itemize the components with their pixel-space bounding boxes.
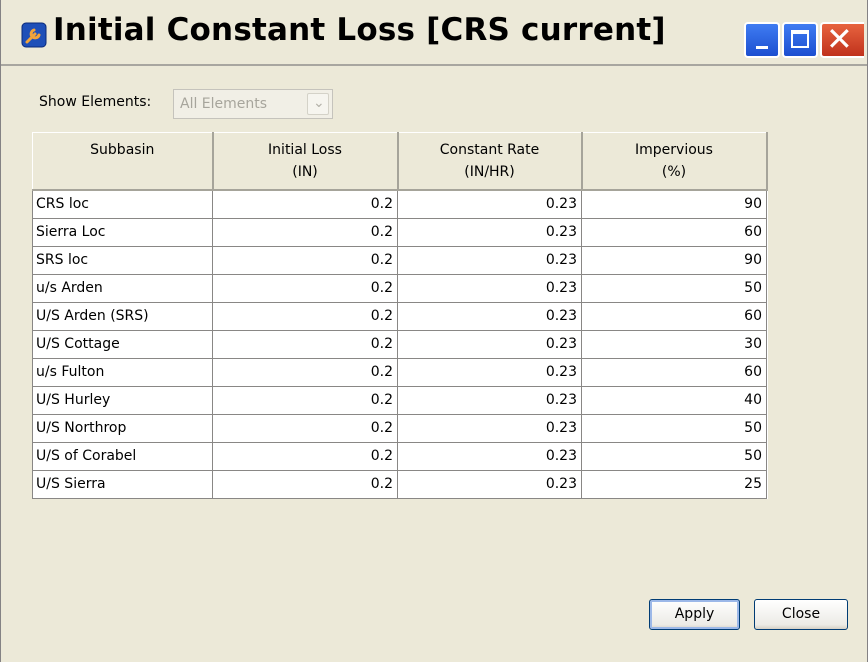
table-row: SRS loc 0.2 0.23 90 [32, 245, 767, 275]
chevron-down-icon: ⌄ [313, 95, 325, 111]
initial-loss-cell[interactable]: 0.2 [212, 273, 398, 303]
header-title: Subbasin [90, 142, 155, 158]
constant-rate-cell[interactable]: 0.23 [397, 329, 582, 359]
dialog-window: Initial Constant Loss [CRS current] ✕ Sh… [0, 0, 868, 662]
impervious-cell[interactable]: 50 [581, 413, 767, 443]
initial-loss-cell[interactable]: 0.2 [212, 217, 398, 247]
dropdown-button[interactable]: ⌄ [307, 93, 329, 115]
column-header-subbasin[interactable]: Subbasin [32, 132, 214, 191]
subbasin-name-cell: CRS loc [32, 189, 213, 219]
subbasin-name-cell: u/s Arden [32, 273, 213, 303]
column-header-initial-loss[interactable]: Initial Loss (IN) [212, 132, 399, 191]
constant-rate-cell[interactable]: 0.23 [397, 357, 582, 387]
initial-loss-cell[interactable]: 0.2 [212, 469, 398, 499]
subbasin-name-cell: U/S Cottage [32, 329, 213, 359]
subbasin-name-cell: U/S Arden (SRS) [32, 301, 213, 331]
apply-button[interactable]: Apply [649, 599, 740, 630]
table-row: u/s Arden 0.2 0.23 50 [32, 273, 767, 303]
constant-rate-cell[interactable]: 0.23 [397, 245, 582, 275]
initial-loss-cell[interactable]: 0.2 [212, 189, 398, 219]
table-header-row: Subbasin Initial Loss (IN) Constant Rate… [32, 132, 768, 191]
subbasin-name-cell: U/S of Corabel [32, 441, 213, 471]
close-icon: ✕ [826, 20, 853, 58]
maximize-icon [791, 30, 809, 48]
impervious-cell[interactable]: 60 [581, 357, 767, 387]
constant-rate-cell[interactable]: 0.23 [397, 469, 582, 499]
constant-rate-cell[interactable]: 0.23 [397, 217, 582, 247]
impervious-cell[interactable]: 25 [581, 469, 767, 499]
initial-loss-cell[interactable]: 0.2 [212, 301, 398, 331]
show-elements-value: All Elements [180, 96, 268, 112]
initial-loss-cell[interactable]: 0.2 [212, 413, 398, 443]
subbasin-name-cell: U/S Sierra [32, 469, 213, 499]
constant-rate-cell[interactable]: 0.23 [397, 301, 582, 331]
initial-loss-cell[interactable]: 0.2 [212, 329, 398, 359]
impervious-cell[interactable]: 60 [581, 217, 767, 247]
column-header-constant-rate[interactable]: Constant Rate (IN/HR) [397, 132, 583, 191]
subbasin-name-cell: U/S Northrop [32, 413, 213, 443]
constant-rate-cell[interactable]: 0.23 [397, 273, 582, 303]
constant-rate-cell[interactable]: 0.23 [397, 413, 582, 443]
header-unit [33, 161, 212, 183]
header-title: Impervious [635, 142, 713, 158]
subbasin-name-cell: u/s Fulton [32, 357, 213, 387]
impervious-cell[interactable]: 50 [581, 273, 767, 303]
table-row: U/S Arden (SRS) 0.2 0.23 60 [32, 301, 767, 331]
header-title: Initial Loss [268, 142, 342, 158]
impervious-cell[interactable]: 40 [581, 385, 767, 415]
initial-loss-cell[interactable]: 0.2 [212, 357, 398, 387]
initial-loss-cell[interactable]: 0.2 [212, 441, 398, 471]
maximize-button[interactable] [782, 22, 818, 58]
initial-loss-cell[interactable]: 0.2 [212, 245, 398, 275]
header-unit: (IN) [292, 164, 318, 180]
initial-loss-cell[interactable]: 0.2 [212, 385, 398, 415]
impervious-cell[interactable]: 30 [581, 329, 767, 359]
header-unit: (IN/HR) [464, 164, 515, 180]
constant-rate-cell[interactable]: 0.23 [397, 189, 582, 219]
wrench-icon [21, 22, 47, 48]
table-row: U/S of Corabel 0.2 0.23 50 [32, 441, 767, 471]
header-unit: (%) [661, 164, 687, 180]
table-row: U/S Cottage 0.2 0.23 30 [32, 329, 767, 359]
table-row: U/S Northrop 0.2 0.23 50 [32, 413, 767, 443]
column-header-impervious[interactable]: Impervious (%) [581, 132, 768, 191]
window-title: Initial Constant Loss [CRS current] [53, 12, 666, 48]
loss-table: Subbasin Initial Loss (IN) Constant Rate… [32, 132, 768, 499]
title-bar[interactable]: Initial Constant Loss [CRS current] ✕ [1, 0, 867, 66]
impervious-cell[interactable]: 90 [581, 189, 767, 219]
minimize-icon [756, 46, 768, 49]
impervious-cell[interactable]: 60 [581, 301, 767, 331]
subbasin-name-cell: Sierra Loc [32, 217, 213, 247]
impervious-cell[interactable]: 50 [581, 441, 767, 471]
table-row: U/S Sierra 0.2 0.23 25 [32, 469, 767, 499]
close-window-button[interactable]: ✕ [820, 20, 864, 58]
header-title: Constant Rate [439, 142, 540, 158]
minimize-button[interactable] [744, 22, 780, 58]
constant-rate-cell[interactable]: 0.23 [397, 385, 582, 415]
show-elements-select[interactable]: All Elements ⌄ [173, 89, 333, 119]
subbasin-name-cell: U/S Hurley [32, 385, 213, 415]
table-row: U/S Hurley 0.2 0.23 40 [32, 385, 767, 415]
show-elements-label: Show Elements: [39, 94, 152, 110]
close-button[interactable]: Close [754, 599, 848, 630]
table-row: u/s Fulton 0.2 0.23 60 [32, 357, 767, 387]
constant-rate-cell[interactable]: 0.23 [397, 441, 582, 471]
impervious-cell[interactable]: 90 [581, 245, 767, 275]
table-row: CRS loc 0.2 0.23 90 [32, 189, 767, 219]
subbasin-name-cell: SRS loc [32, 245, 213, 275]
table-row: Sierra Loc 0.2 0.23 60 [32, 217, 767, 247]
